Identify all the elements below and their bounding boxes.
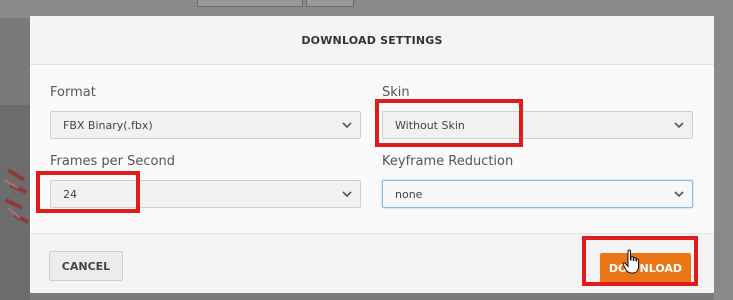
background-button bbox=[197, 0, 303, 7]
fps-label: Frames per Second bbox=[50, 154, 175, 169]
hand-cursor-icon bbox=[622, 249, 640, 274]
dialog-title: DOWNLOAD SETTINGS bbox=[301, 33, 443, 47]
background-character-icon bbox=[4, 168, 29, 224]
keyframe-reduction-value: none bbox=[395, 187, 423, 201]
dialog-footer: CANCEL DOWNLOAD bbox=[30, 234, 714, 293]
keyframe-reduction-label: Keyframe Reduction bbox=[382, 154, 514, 169]
fps-value: 24 bbox=[63, 187, 77, 201]
format-label: Format bbox=[50, 85, 96, 100]
cancel-button[interactable]: CANCEL bbox=[49, 251, 123, 281]
chevron-down-icon bbox=[674, 122, 684, 129]
chevron-down-icon bbox=[342, 191, 352, 198]
chevron-down-icon bbox=[342, 122, 352, 129]
download-settings-dialog: DOWNLOAD SETTINGS Format FBX Binary(.fbx… bbox=[30, 16, 714, 293]
fps-select[interactable]: 24 bbox=[50, 180, 361, 208]
background-button bbox=[306, 0, 354, 7]
skin-select[interactable]: Without Skin bbox=[382, 111, 693, 139]
background-sidebar bbox=[714, 18, 733, 300]
skin-label: Skin bbox=[382, 85, 410, 100]
skin-value: Without Skin bbox=[395, 118, 465, 132]
chevron-down-icon bbox=[674, 191, 684, 198]
dialog-body: Format FBX Binary(.fbx) Skin Without Ski… bbox=[30, 65, 714, 234]
download-button[interactable]: DOWNLOAD bbox=[600, 253, 691, 283]
dialog-header: DOWNLOAD SETTINGS bbox=[30, 16, 714, 65]
keyframe-reduction-select[interactable]: none bbox=[382, 180, 693, 208]
format-value: FBX Binary(.fbx) bbox=[63, 118, 153, 132]
format-select[interactable]: FBX Binary(.fbx) bbox=[50, 111, 361, 139]
